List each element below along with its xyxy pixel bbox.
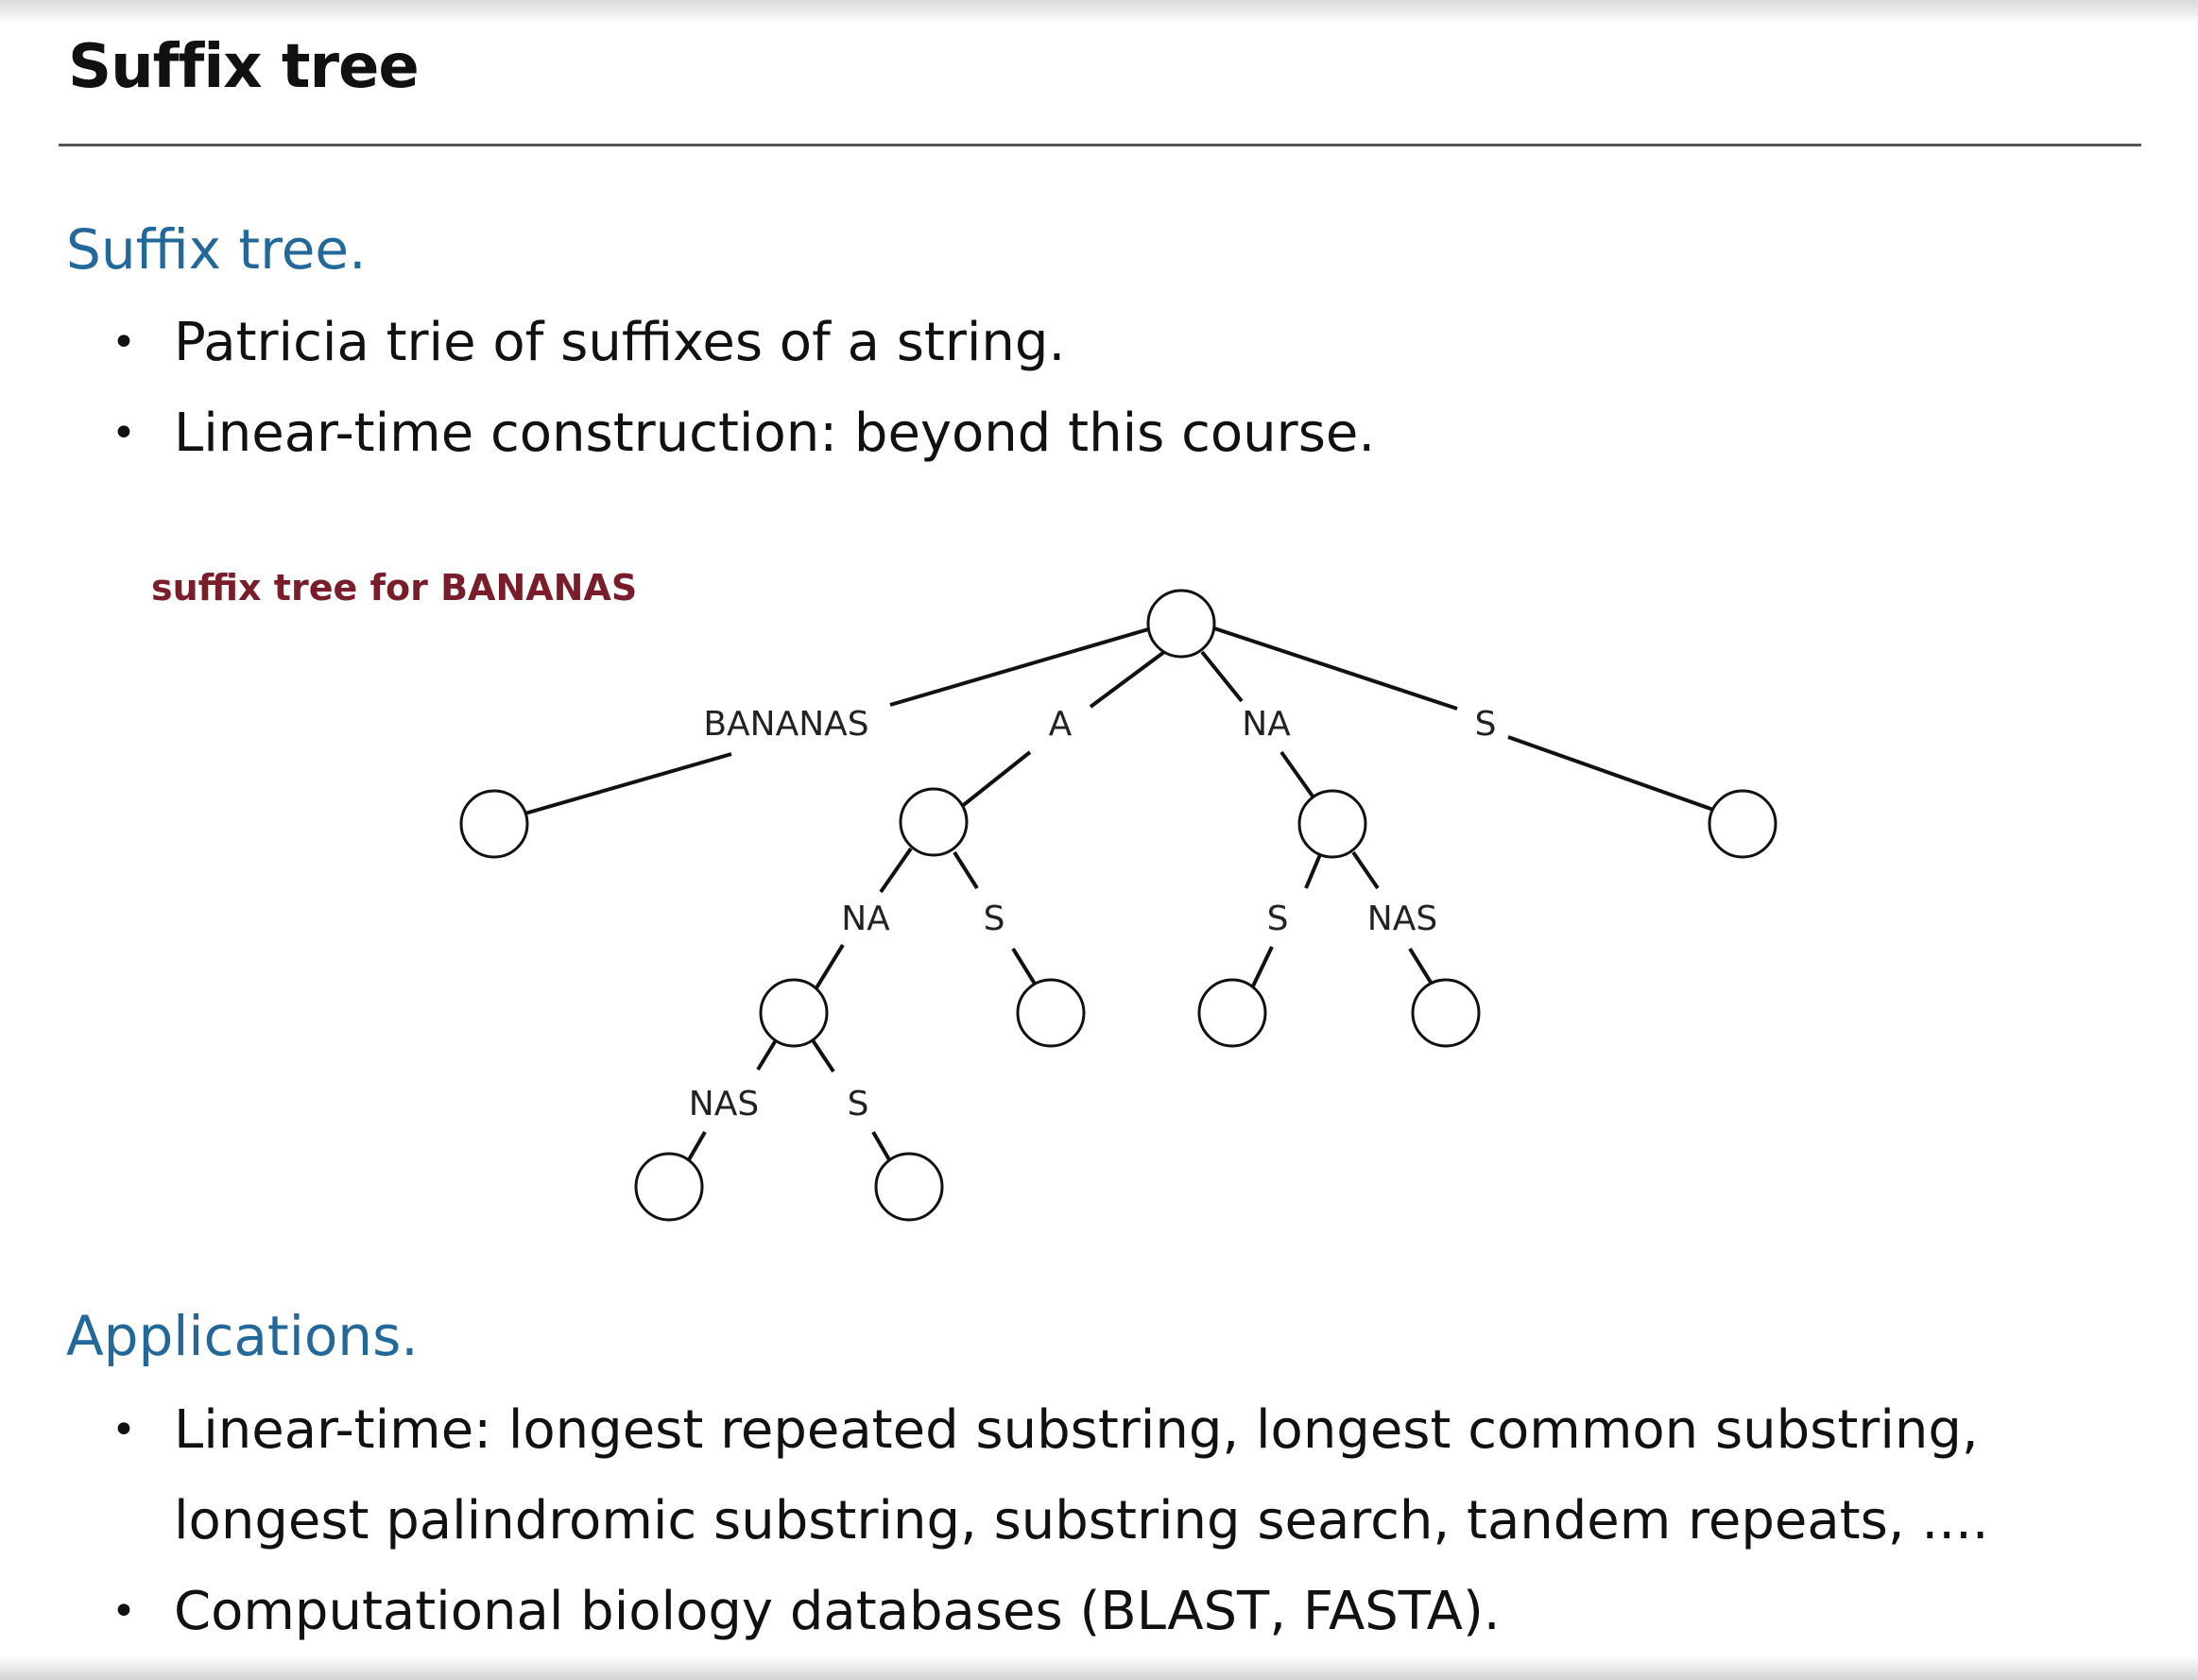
edge-label-a-na: NA xyxy=(841,900,890,938)
edge-label-na: NA xyxy=(1242,705,1291,744)
edge-root-s-lower xyxy=(1507,735,1717,813)
edge-ana-nas-upper xyxy=(756,1034,781,1071)
bottom-shading xyxy=(0,1655,2198,1680)
edge-na-s-lower xyxy=(1247,946,1274,995)
edge-na-s-upper xyxy=(1304,851,1323,889)
edge-label-a: A xyxy=(1049,705,1073,744)
intro-bullet-list: Patricia trie of suffixes of a string. L… xyxy=(112,298,1375,479)
edge-a-na-lower xyxy=(811,943,845,996)
edge-label-ana-nas: NAS xyxy=(689,1085,759,1123)
edge-root-a-lower xyxy=(954,750,1032,813)
intro-bullet-1: Patricia trie of suffixes of a string. xyxy=(112,298,1375,388)
tree-node-a xyxy=(899,787,969,857)
applications-bullet-1-line-1: Linear-time: longest repeated substring,… xyxy=(174,1399,1979,1461)
edge-label-s: S xyxy=(1475,705,1497,744)
edge-root-na-upper xyxy=(1200,650,1244,703)
tree-node-ana xyxy=(759,978,829,1048)
intro-heading: Suffix tree. xyxy=(66,217,367,282)
edge-a-s-upper xyxy=(953,850,979,890)
edge-root-bananas-lower xyxy=(521,752,732,816)
tree-caption: suffix tree for BANANAS xyxy=(151,567,638,609)
edge-ana-nas-lower xyxy=(682,1130,707,1170)
edge-label-na-nas: NAS xyxy=(1367,900,1437,938)
edge-root-na-lower xyxy=(1279,750,1315,799)
tree-node-as-leaf xyxy=(1016,978,1086,1048)
edge-root-bananas-upper xyxy=(889,626,1156,707)
applications-bullet-list: Linear-time: longest repeated substring,… xyxy=(112,1385,1989,1657)
edge-ana-s-upper xyxy=(809,1036,835,1073)
intro-bullet-2: Linear-time construction: beyond this co… xyxy=(112,388,1375,479)
tree-node-na xyxy=(1297,789,1367,859)
title-divider xyxy=(59,144,2141,146)
tree-node-bananas-leaf xyxy=(459,789,529,859)
edge-na-nas-lower xyxy=(1408,947,1436,990)
edge-root-s-upper xyxy=(1211,626,1458,711)
tree-node-s-leaf xyxy=(1708,789,1777,859)
edge-na-nas-upper xyxy=(1351,850,1380,890)
applications-heading: Applications. xyxy=(66,1304,419,1368)
tree-node-ananas-leaf xyxy=(634,1152,704,1222)
tree-node-nanas-leaf xyxy=(1411,978,1481,1048)
applications-bullet-1-line-2: longest palindromic substring, substring… xyxy=(174,1490,1989,1551)
tree-node-root xyxy=(1146,589,1216,659)
edge-a-s-lower xyxy=(1011,947,1039,990)
edge-label-a-s: S xyxy=(984,900,1005,938)
edge-label-bananas: BANANAS xyxy=(703,705,868,744)
edge-label-ana-s: S xyxy=(848,1085,869,1123)
tree-node-anas-leaf xyxy=(874,1152,944,1222)
slide-title: Suffix tree xyxy=(68,32,420,102)
edge-label-na-s: S xyxy=(1267,900,1289,938)
tree-node-nas-leaf xyxy=(1197,978,1267,1048)
edge-ana-s-lower xyxy=(871,1130,896,1170)
edge-root-a-upper xyxy=(1089,650,1166,709)
applications-bullet-1: Linear-time: longest repeated substring,… xyxy=(112,1385,1989,1567)
top-shading xyxy=(0,0,2198,25)
edge-a-na-upper xyxy=(879,847,913,894)
applications-bullet-2: Computational biology databases (BLAST, … xyxy=(112,1567,1989,1657)
